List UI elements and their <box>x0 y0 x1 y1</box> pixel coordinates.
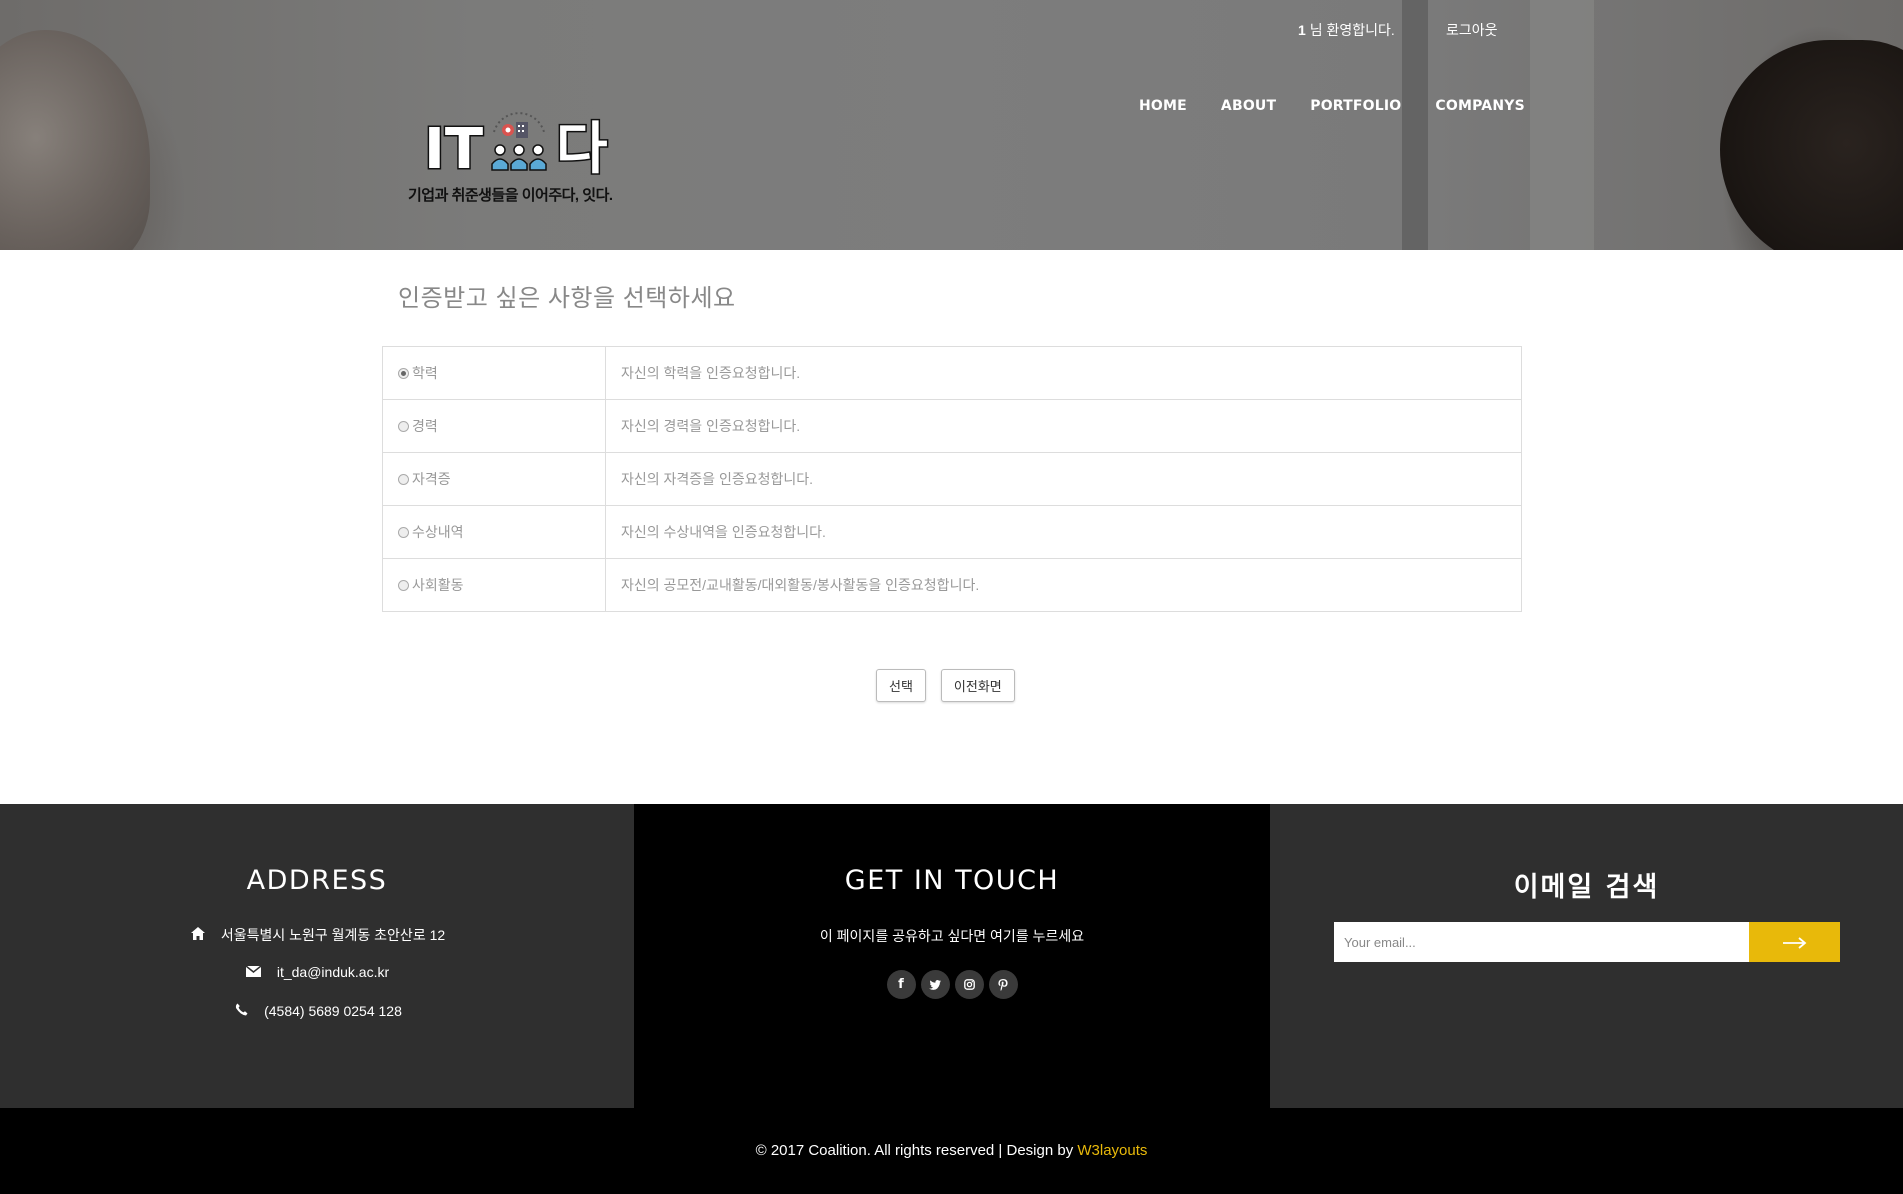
hero-background-pillar <box>1402 0 1428 250</box>
option-cell[interactable]: 경력 <box>382 399 606 453</box>
copyright-bar: © 2017 Coalition. All rights reserved | … <box>0 1108 1903 1194</box>
hero-background-person-left <box>0 30 150 250</box>
table-row: 학력 자신의 학력을 인증요청합니다. <box>382 346 1522 400</box>
home-icon <box>189 927 207 943</box>
table-row: 자격증 자신의 자격증을 인증요청합니다. <box>382 452 1522 506</box>
hero-header: 1 님 환영합니다. 로그아웃 HOME ABOUT PORTFOLIO COM… <box>0 0 1903 250</box>
option-description: 자신의 수상내역을 인증요청합니다. <box>605 505 1522 559</box>
option-cell[interactable]: 학력 <box>382 346 606 400</box>
logo-left-text: IT <box>424 117 483 180</box>
social-links: f <box>634 970 1270 999</box>
twitter-icon[interactable] <box>920 970 950 999</box>
address-street-line: 서울특별시 노원구 월계동 초안산로 12 <box>0 925 634 945</box>
option-description: 자신의 자격증을 인증요청합니다. <box>605 452 1522 506</box>
user-bar: 1 님 환영합니다. 로그아웃 <box>1298 20 1498 40</box>
welcome-text: 님 환영합니다. <box>1309 22 1395 38</box>
option-cell[interactable]: 자격증 <box>382 452 606 506</box>
table-row: 사회활동 자신의 공모전/교내활동/대외활동/봉사활동을 인증요청합니다. <box>382 558 1522 612</box>
option-label: 자격증 <box>412 471 451 487</box>
table-row: 수상내역 자신의 수상내역을 인증요청합니다. <box>382 505 1522 559</box>
email-input[interactable] <box>1334 922 1749 962</box>
user-id: 1 <box>1298 22 1306 38</box>
address-phone: (4584) 5689 0254 128 <box>264 1003 402 1019</box>
form-actions: 선택 이전화면 <box>876 669 1015 702</box>
arrow-right-icon <box>1782 937 1806 949</box>
welcome-message: 1 님 환영합니다. <box>1298 22 1395 38</box>
site-logo[interactable]: IT 다 기업과 취준생들을 이어주다, 잇다. <box>408 112 628 208</box>
nav-portfolio[interactable]: PORTFOLIO <box>1310 98 1401 114</box>
facebook-icon[interactable]: f <box>886 970 916 999</box>
option-label: 사회활동 <box>412 577 464 593</box>
touch-text: 이 페이지를 공유하고 싶다면 여기를 누르세요 <box>819 928 1085 944</box>
logo-tagline: 기업과 취준생들을 이어주다, 잇다. <box>408 187 613 204</box>
footer-address-column: ADDRESS 서울특별시 노원구 월계동 초안산로 12 it_da@indu… <box>0 804 634 1108</box>
email-search-form <box>1334 922 1840 962</box>
people-icon <box>491 112 547 171</box>
radio-button[interactable] <box>398 473 409 485</box>
certification-options-table: 학력 자신의 학력을 인증요청합니다. 경력 자신의 경력을 인증요청합니다. … <box>382 346 1522 612</box>
option-cell[interactable]: 사회활동 <box>382 558 606 612</box>
radio-button[interactable] <box>398 526 409 538</box>
email-submit-button[interactable] <box>1749 922 1840 962</box>
option-description: 자신의 경력을 인증요청합니다. <box>605 399 1522 453</box>
address-title: ADDRESS <box>246 865 388 896</box>
address-street: 서울특별시 노원구 월계동 초안산로 12 <box>220 927 446 943</box>
instagram-icon[interactable] <box>954 970 984 999</box>
option-label: 학력 <box>412 365 438 381</box>
footer: ADDRESS 서울특별시 노원구 월계동 초안산로 12 it_da@indu… <box>0 804 1903 1108</box>
radio-button[interactable] <box>398 420 409 432</box>
option-cell[interactable]: 수상내역 <box>382 505 606 559</box>
footer-search-column: 이메일 검색 <box>1270 804 1903 1108</box>
envelope-icon <box>245 964 263 980</box>
logout-link[interactable]: 로그아웃 <box>1446 20 1498 40</box>
option-description: 자신의 공모전/교내활동/대외활동/봉사활동을 인증요청합니다. <box>605 558 1522 612</box>
logo-right-text: 다 <box>556 117 608 180</box>
hero-background-window <box>1530 0 1594 250</box>
table-row: 경력 자신의 경력을 인증요청합니다. <box>382 399 1522 453</box>
nav-companys[interactable]: COMPANYS <box>1435 98 1524 114</box>
option-description: 자신의 학력을 인증요청합니다. <box>621 365 801 381</box>
logo-graphic: IT 다 <box>423 112 609 180</box>
option-label: 경력 <box>412 418 438 434</box>
back-button[interactable]: 이전화면 <box>940 669 1015 702</box>
page-title: 인증받고 싶은 사항을 선택하세요 <box>398 285 736 312</box>
phone-icon <box>232 1003 250 1019</box>
footer-touch-column: GET IN TOUCH 이 페이지를 공유하고 싶다면 여기를 누르세요 f <box>634 804 1270 1108</box>
search-title: 이메일 검색 <box>1513 872 1660 903</box>
touch-title: GET IN TOUCH <box>844 865 1060 896</box>
w3layouts-link[interactable]: W3layouts <box>1077 1142 1147 1159</box>
radio-button[interactable] <box>398 367 409 379</box>
main-nav: HOME ABOUT PORTFOLIO COMPANYS <box>1139 98 1525 114</box>
select-button[interactable]: 선택 <box>876 669 926 702</box>
address-phone-line: (4584) 5689 0254 128 <box>0 1003 634 1019</box>
address-email-line: it_da@induk.ac.kr <box>0 964 634 980</box>
address-email[interactable]: it_da@induk.ac.kr <box>277 964 389 980</box>
option-label: 수상내역 <box>412 524 464 540</box>
hero-background-person-right <box>1720 40 1903 250</box>
copyright-text: © 2017 Coalition. All rights reserved | … <box>755 1142 1078 1159</box>
nav-home[interactable]: HOME <box>1139 98 1187 114</box>
radio-button[interactable] <box>398 579 409 591</box>
pinterest-icon[interactable] <box>988 970 1018 999</box>
nav-about[interactable]: ABOUT <box>1221 98 1276 114</box>
